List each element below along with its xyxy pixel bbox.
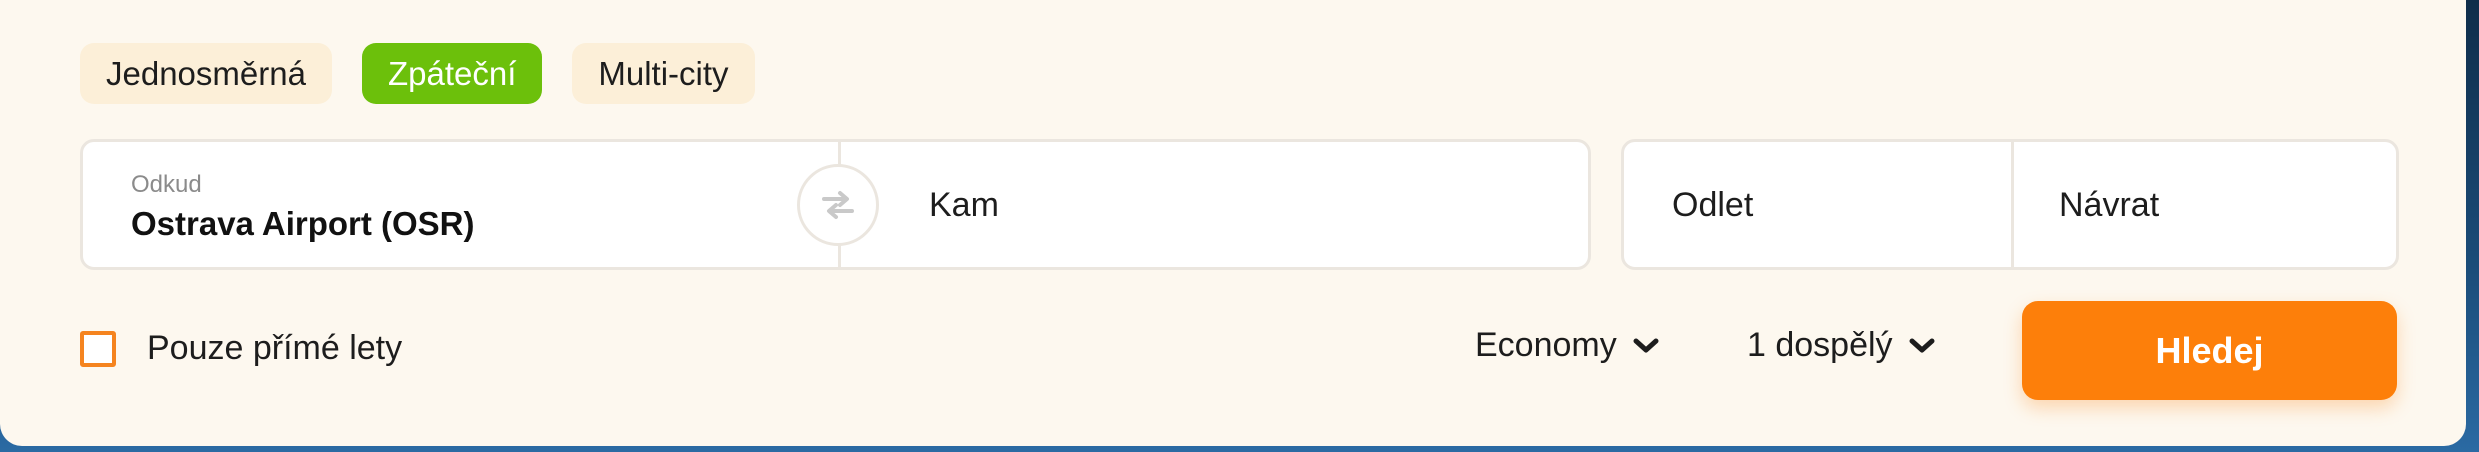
cabin-class-dropdown[interactable]: Economy — [1475, 326, 1661, 365]
origin-field[interactable]: Odkud Ostrava Airport (OSR) — [83, 142, 838, 267]
swap-arrows-icon — [822, 191, 854, 219]
flight-search-panel: Jednosměrná Zpáteční Multi-city Odkud Os… — [0, 0, 2466, 446]
origin-value: Ostrava Airport (OSR) — [131, 205, 475, 242]
direct-flights-option[interactable]: Pouze přímé lety — [80, 329, 402, 368]
trip-type-tabs: Jednosměrná Zpáteční Multi-city — [80, 43, 755, 104]
date-fields: Odlet Návrat — [1621, 139, 2399, 270]
passengers-value: 1 dospělý — [1747, 326, 1893, 364]
tab-round-trip[interactable]: Zpáteční — [361, 43, 543, 104]
return-date-field[interactable]: Návrat — [2014, 142, 2396, 267]
destination-placeholder: Kam — [929, 186, 999, 224]
cabin-class-value: Economy — [1475, 326, 1617, 364]
direct-flights-checkbox[interactable] — [80, 330, 116, 367]
chevron-down-icon — [1909, 338, 1935, 352]
tab-one-way[interactable]: Jednosměrná — [80, 43, 332, 104]
chevron-down-icon — [1633, 338, 1659, 352]
departure-date-field[interactable]: Odlet — [1624, 142, 2011, 267]
return-date-placeholder: Návrat — [2059, 186, 2160, 224]
destination-field[interactable]: Kam — [841, 142, 1588, 267]
direct-flights-label: Pouze přímé lety — [147, 329, 403, 367]
route-fields: Odkud Ostrava Airport (OSR) Kam — [80, 139, 1591, 270]
passengers-dropdown[interactable]: 1 dospělý — [1747, 326, 1937, 365]
search-button[interactable]: Hledej — [2022, 301, 2397, 400]
departure-date-placeholder: Odlet — [1672, 186, 1754, 224]
origin-label: Odkud — [131, 171, 202, 198]
swap-button[interactable] — [797, 164, 879, 246]
tab-multi-city[interactable]: Multi-city — [572, 43, 755, 104]
